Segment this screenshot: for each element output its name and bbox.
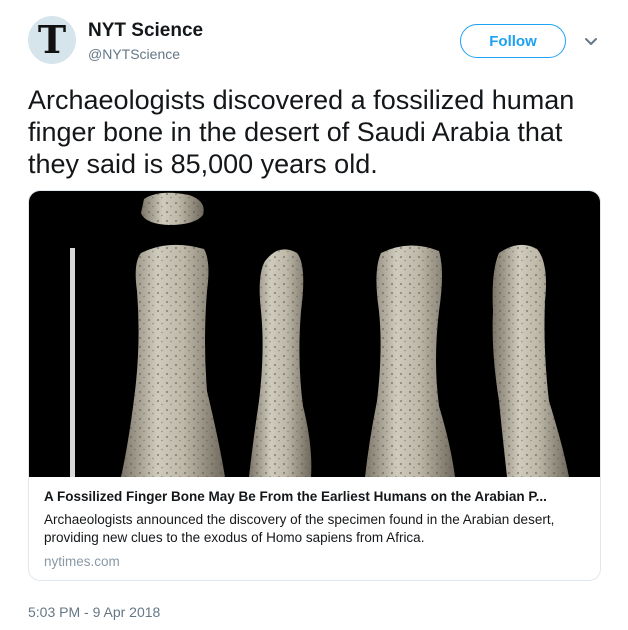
link-card[interactable]: A Fossilized Finger Bone May Be From the… [28, 190, 601, 581]
finger-bone-4 [492, 244, 569, 477]
finger-bone-2 [249, 249, 312, 477]
card-domain: nytimes.com [44, 554, 120, 569]
tweet-text: Archaeologists discovered a fossilized h… [28, 85, 575, 179]
card-image[interactable] [29, 191, 600, 477]
card-description: Archaeologists announced the discovery o… [44, 512, 555, 545]
card-title[interactable]: A Fossilized Finger Bone May Be From the… [44, 488, 589, 506]
author-name[interactable]: NYT Science [88, 20, 203, 42]
card-body[interactable]: A Fossilized Finger Bone May Be From the… [44, 488, 589, 569]
chevron-down-icon[interactable] [584, 34, 598, 52]
finger-bone-1 [121, 244, 225, 477]
finger-bone-3 [365, 245, 455, 477]
follow-button[interactable]: Follow [460, 24, 566, 58]
scale-bar [70, 248, 75, 477]
avatar[interactable]: T [28, 16, 76, 64]
tweet-timestamp[interactable]: 5:03 PM - 9 Apr 2018 [28, 604, 160, 620]
bone-fragment [141, 192, 204, 225]
author-handle[interactable]: @NYTScience [88, 46, 180, 62]
nyt-logo-icon: T [37, 17, 67, 62]
